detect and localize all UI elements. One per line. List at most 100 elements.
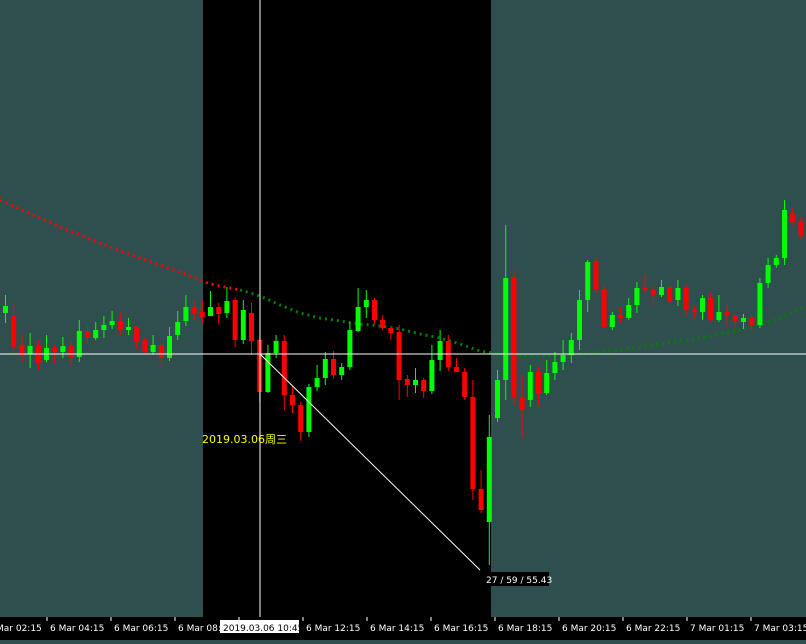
candle-body — [265, 353, 271, 392]
candle — [593, 257, 599, 293]
candle — [757, 278, 763, 328]
candle-body — [85, 331, 90, 338]
candle-body — [782, 210, 787, 258]
candle-body — [158, 345, 164, 358]
candle-body — [101, 325, 107, 330]
candle-body — [68, 346, 74, 358]
x-tick-label: 6 Mar 22:15 — [626, 624, 680, 634]
candle-body — [708, 298, 714, 320]
candle-body — [741, 318, 746, 322]
candle-body — [577, 300, 582, 340]
measure-label: 27 / 59 / 55.43 — [486, 576, 552, 586]
candle-body — [150, 345, 156, 352]
candle-body — [249, 313, 254, 341]
candle-body — [314, 378, 320, 387]
candle-body — [626, 305, 632, 318]
candle-body — [208, 307, 213, 316]
candle-body — [478, 489, 484, 510]
candle-body — [568, 340, 574, 355]
x-tick-label: 7 Mar 03:15 — [754, 624, 806, 634]
x-tick-label: 6 Mar 16:15 — [434, 624, 488, 634]
candle-body — [700, 298, 705, 312]
candle-body — [290, 395, 295, 405]
chart-canvas[interactable]: 2019.03.06周三 27 / 59 / 55.43 Mar 02:15 6 … — [0, 0, 806, 640]
candle — [306, 384, 312, 437]
candle-body — [199, 312, 205, 317]
candle — [232, 297, 238, 347]
candle-body — [585, 262, 591, 300]
x-tick-label: 6 Mar 04:15 — [50, 624, 104, 634]
candle-body — [388, 328, 394, 333]
candle-body — [339, 367, 345, 375]
candle-body — [724, 312, 730, 315]
candle-body — [134, 327, 140, 341]
x-tick-label: 6 Mar 06:15 — [114, 624, 168, 634]
candle-body — [3, 306, 8, 313]
candle-body — [60, 346, 66, 352]
candle-body — [355, 307, 361, 331]
candle-body — [322, 359, 328, 378]
candle-body — [511, 277, 517, 397]
candle-body — [93, 330, 99, 338]
candle — [511, 270, 517, 405]
candle-body — [372, 300, 377, 320]
candle-body — [281, 341, 287, 395]
x-tick-label: 6 Mar 14:15 — [370, 624, 424, 634]
candle-body — [618, 315, 623, 318]
candle — [470, 380, 476, 500]
candle-body — [462, 372, 468, 397]
candle-body — [76, 331, 82, 357]
candle-body — [675, 288, 681, 300]
candle-body — [503, 278, 509, 380]
candle-body — [240, 310, 246, 340]
candle-body — [224, 301, 230, 313]
candle-body — [552, 362, 558, 373]
candle-body — [454, 367, 459, 372]
candle-body — [667, 287, 673, 301]
candle-body — [470, 397, 476, 489]
candle-body — [527, 372, 533, 400]
candle-body — [749, 318, 755, 325]
candle-body — [273, 341, 279, 353]
candle-body — [183, 307, 189, 321]
candle-body — [486, 437, 492, 522]
candle-body — [732, 315, 738, 321]
candle-body — [109, 321, 115, 325]
session-date-label: 2019.03.06周三 — [202, 433, 287, 446]
candle-body — [306, 387, 312, 432]
candle-body — [798, 222, 804, 236]
candle-body — [117, 321, 123, 330]
candle — [462, 368, 468, 400]
candle-body — [495, 380, 500, 418]
candle-body — [536, 372, 541, 393]
candle-body — [347, 330, 353, 367]
x-tick-label: 6 Mar 18:15 — [498, 624, 552, 634]
candle-body — [429, 360, 435, 391]
candle-body — [601, 289, 607, 327]
candle-body — [142, 340, 148, 352]
candle-body — [773, 258, 779, 265]
candle-body — [609, 315, 615, 327]
candle-body — [27, 346, 33, 354]
candle-body — [593, 261, 599, 289]
candle-body — [363, 300, 369, 307]
candle-body — [331, 359, 336, 375]
candle-body — [126, 327, 131, 330]
candle-body — [650, 290, 656, 295]
session-shade — [203, 0, 491, 617]
candle-body — [544, 373, 550, 393]
candle — [601, 286, 607, 328]
candle-body — [519, 397, 525, 410]
candle-body — [757, 283, 763, 325]
candle-body — [716, 312, 722, 320]
x-tick-label: 6 Mar 20:15 — [562, 624, 616, 634]
x-tick-label: 7 Mar 01:15 — [690, 624, 744, 634]
candle-body — [52, 348, 58, 352]
candle-body — [683, 288, 689, 310]
candle-body — [404, 379, 410, 385]
candle-body — [216, 307, 222, 314]
candle-body — [691, 310, 697, 312]
candle-body — [560, 355, 566, 362]
price-chart[interactable]: 2019.03.06周三 27 / 59 / 55.43 Mar 02:15 6 … — [0, 0, 806, 640]
crosshair-time-label: 2019.03.06 10:45 — [223, 624, 303, 634]
